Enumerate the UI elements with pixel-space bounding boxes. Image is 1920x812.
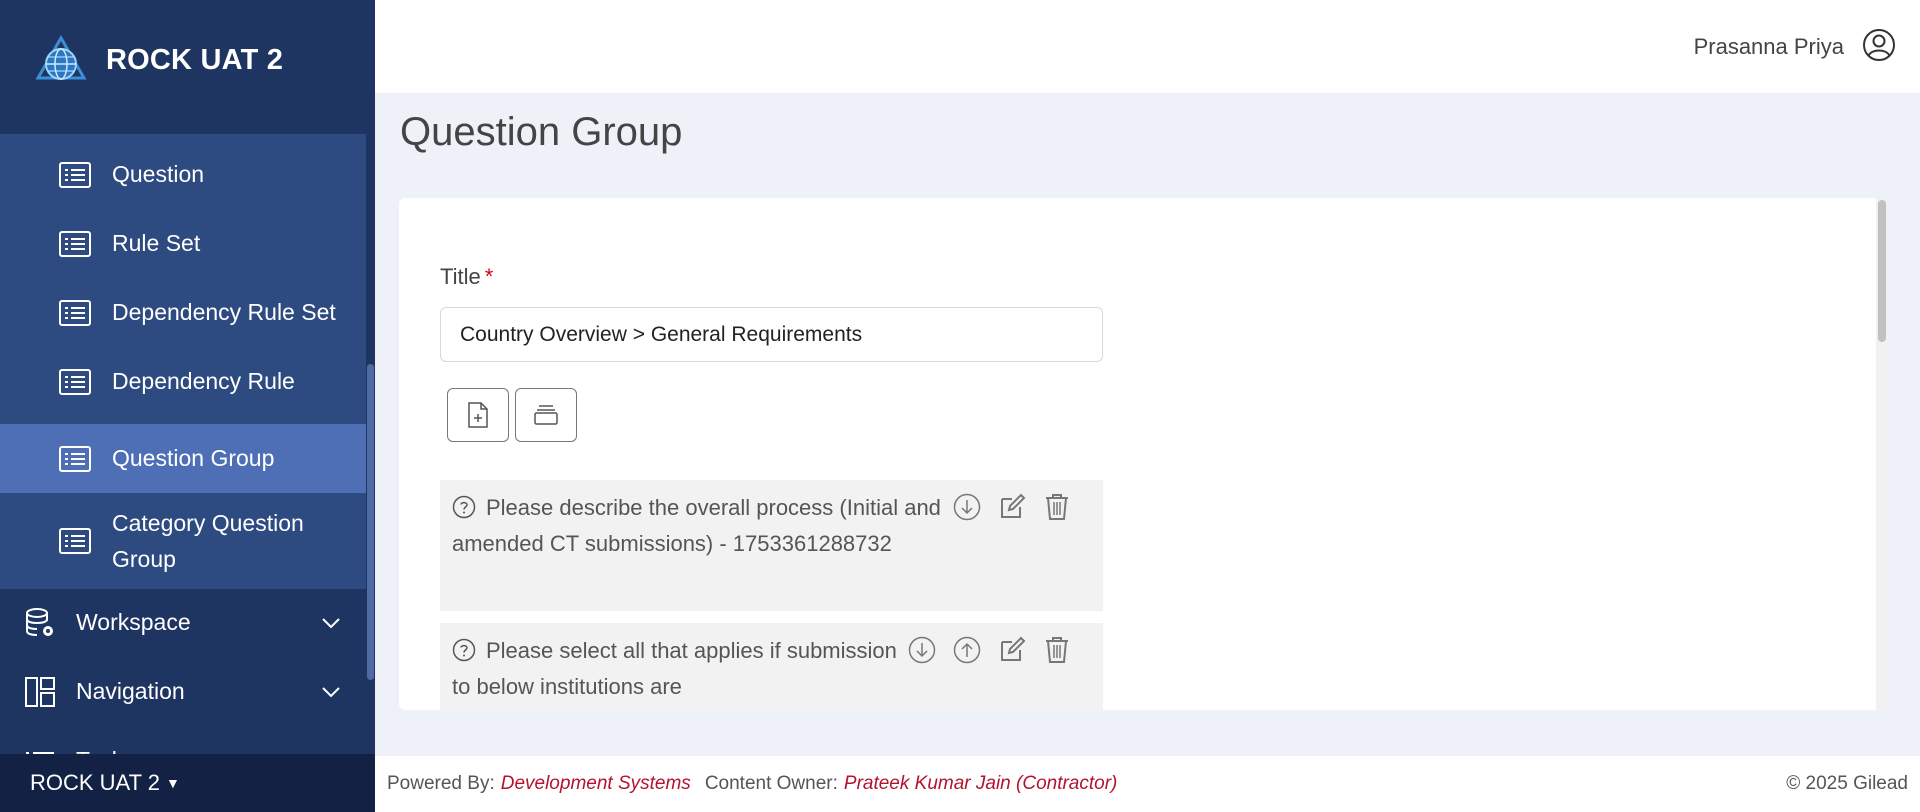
sidebar-item-category-question-group[interactable]: Category Question Group xyxy=(0,493,366,589)
chevron-down-icon xyxy=(322,686,340,697)
question-item: Please describe the overall process (Ini… xyxy=(440,480,1103,611)
sidebar-scrollbar[interactable] xyxy=(367,364,374,680)
move-down-button[interactable] xyxy=(907,635,937,665)
username[interactable]: Prasanna Priya xyxy=(1694,34,1844,60)
sidebar-item-label: Workspace xyxy=(76,609,191,635)
add-question-group-button[interactable] xyxy=(515,388,577,442)
content-scrollbar-thumb[interactable] xyxy=(1878,200,1886,342)
sidebar-item-label: Question xyxy=(112,161,205,187)
content-scrollbar[interactable] xyxy=(1876,198,1888,710)
question-circle-icon xyxy=(452,495,476,519)
list-icon xyxy=(59,528,91,554)
sidebar: ROCK UAT 2 Question Rule Set Dependency … xyxy=(0,0,375,812)
powered-by-link[interactable]: Development Systems xyxy=(501,773,691,795)
file-plus-icon xyxy=(468,402,488,428)
trash-icon xyxy=(1046,637,1068,663)
edit-icon xyxy=(1001,493,1026,518)
top-bar: Prasanna Priya xyxy=(375,0,1920,93)
list-icon xyxy=(59,445,91,472)
sidebar-item-label: Rule Set xyxy=(112,230,201,256)
page-footer: Powered By: Development Systems Content … xyxy=(375,756,1920,812)
sidebar-item-label: Dependency Rule Set xyxy=(112,299,336,325)
question-text-container: Please describe the overall process (Ini… xyxy=(452,490,942,562)
arrow-down-circle-icon xyxy=(908,636,936,664)
environment-label: ROCK UAT 2 xyxy=(30,770,160,795)
question-text-container: Please select all that applies if submis… xyxy=(452,633,912,705)
edit-button[interactable] xyxy=(997,635,1027,665)
question-text: Please select all that applies if submis… xyxy=(452,638,897,699)
title-input[interactable] xyxy=(440,307,1103,362)
caret-down-icon: ▼ xyxy=(166,775,180,791)
copyright: © 2025 Gilead xyxy=(1786,773,1908,794)
page-title: Question Group xyxy=(400,110,683,154)
list-icon xyxy=(59,230,91,257)
list-icon xyxy=(59,299,91,326)
powered-by-label: Powered By: xyxy=(387,773,495,794)
arrow-down-circle-icon xyxy=(953,493,981,521)
title-label-text: Title xyxy=(440,264,481,289)
admin-submenu: Question Rule Set Dependency Rule Set De… xyxy=(0,134,366,589)
edit-button[interactable] xyxy=(997,492,1027,522)
sidebar-item-label: Dependency Rule xyxy=(112,368,295,394)
required-marker: * xyxy=(484,264,494,289)
sidebar-item-dependency-rule[interactable]: Dependency Rule xyxy=(0,347,366,416)
sidebar-item-dependency-rule-set[interactable]: Dependency Rule Set xyxy=(0,278,366,347)
environment-selector[interactable]: ROCK UAT 2 ▼ xyxy=(0,754,375,812)
database-gear-icon xyxy=(26,607,53,636)
question-group-form-card: Title* Please describe the overall proce… xyxy=(399,198,1880,710)
brand: ROCK UAT 2 xyxy=(0,0,375,134)
move-up-button[interactable] xyxy=(952,635,982,665)
trash-icon xyxy=(1046,494,1068,520)
question-text: Please describe the overall process (Ini… xyxy=(452,495,941,556)
delete-button[interactable] xyxy=(1042,635,1072,665)
question-item: Please select all that applies if submis… xyxy=(440,623,1103,710)
content-owner-link[interactable]: Prateek Kumar Jain (Contractor) xyxy=(844,773,1118,795)
title-label: Title * xyxy=(440,264,493,290)
arrow-up-circle-icon xyxy=(953,636,981,664)
collection-icon xyxy=(534,405,558,425)
user-circle-icon[interactable] xyxy=(1862,28,1896,62)
list-icon xyxy=(59,368,91,395)
add-question-button[interactable] xyxy=(447,388,509,442)
sidebar-item-label: Category Question Group xyxy=(112,510,304,572)
sidebar-item-navigation[interactable]: Navigation xyxy=(0,657,366,726)
edit-icon xyxy=(1001,636,1026,661)
delete-button[interactable] xyxy=(1042,492,1072,522)
app-title: ROCK UAT 2 xyxy=(106,44,284,76)
sidebar-item-workspace[interactable]: Workspace xyxy=(0,588,366,657)
chevron-down-icon xyxy=(322,617,340,628)
sidebar-item-question[interactable]: Question xyxy=(0,140,366,209)
globe-logo-icon xyxy=(34,34,88,88)
question-circle-icon xyxy=(452,638,476,662)
move-down-button[interactable] xyxy=(952,492,982,522)
sidebar-item-question-group[interactable]: Question Group xyxy=(0,424,366,493)
sidebar-item-rule-set[interactable]: Rule Set xyxy=(0,209,366,278)
sidebar-item-label: Question Group xyxy=(112,445,275,471)
content-owner-label: Content Owner: xyxy=(704,773,838,794)
sidebar-item-label: Navigation xyxy=(76,678,185,704)
layout-icon xyxy=(25,676,55,707)
list-icon xyxy=(59,161,91,188)
